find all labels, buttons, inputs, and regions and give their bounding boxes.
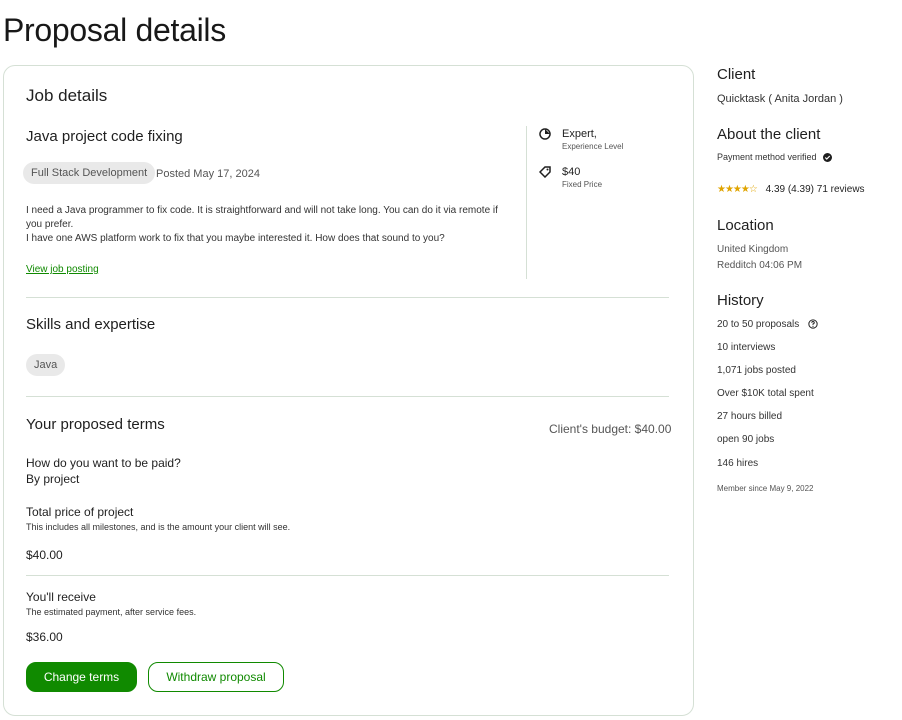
total-price-title: Total price of project [26,505,134,519]
skills-heading: Skills and expertise [26,316,156,333]
history-item: 1,071 jobs posted [717,365,796,376]
location-city-time: Redditch 04:06 PM [717,260,803,271]
payment-verified-row: Payment method verified [717,152,833,163]
rating-stars-icon: ★★★★☆ [717,184,758,195]
total-price-value: $40.00 [26,548,63,562]
client-heading: Client [717,66,756,83]
location-country: United Kingdom [717,244,789,255]
paid-answer: By project [26,472,80,486]
verified-check-icon [823,153,833,163]
proposed-terms-heading: Your proposed terms [26,416,165,433]
history-item: 10 interviews [717,342,776,353]
history-item: 27 hours billed [717,411,783,422]
receive-value: $36.00 [26,630,63,644]
payment-verified-text: Payment method verified [717,152,817,162]
description-line: I need a Java programmer to fix code. It… [26,205,498,230]
job-description: I need a Java programmer to fix code. It… [26,204,506,246]
member-since: Member since May 9, 2022 [717,484,814,493]
view-job-posting-link[interactable]: View job posting [26,264,99,275]
history-item: Over $10K total spent [717,388,814,399]
change-terms-button[interactable]: Change terms [26,662,137,692]
history-proposals: 20 to 50 proposals [717,319,800,330]
skill-chip: Java [26,354,66,376]
history-item: 146 hires [717,458,759,469]
experience-level-value: Expert, [562,128,597,140]
job-details-heading: Job details [26,86,108,105]
experience-level-icon [539,128,551,140]
vertical-divider [526,126,527,279]
price-value: $40 [562,166,581,178]
client-name: Quicktask ( Anita Jordan ) [717,93,843,105]
history-item: 20 to 50 proposals [717,319,818,330]
withdraw-proposal-button[interactable]: Withdraw proposal [148,662,284,692]
description-line: I have one AWS platform work to fix that… [26,233,445,244]
receive-title: You'll receive [26,590,96,604]
section-divider [26,396,669,397]
total-price-description: This includes all milestones, and is the… [26,522,291,532]
receive-description: The estimated payment, after service fee… [26,607,197,617]
posted-date: Posted May 17, 2024 [156,168,260,180]
location-heading: Location [717,217,774,234]
section-divider [26,575,669,576]
price-tag-icon [539,166,551,178]
about-client-heading: About the client [717,126,821,143]
section-divider [26,297,669,298]
history-heading: History [717,292,764,309]
rating-row: ★★★★☆ 4.39 (4.39) 71 reviews [717,184,865,195]
job-title: Java project code fixing [26,128,183,145]
rating-text: 4.39 (4.39) 71 reviews [765,184,865,195]
experience-level-label: Experience Level [562,142,624,151]
page-title: Proposal details [3,12,226,48]
category-chip: Full Stack Development [23,162,156,184]
client-budget: Client's budget: $40.00 [549,422,672,436]
proposal-card: Job details Java project code fixing Ful… [3,65,694,716]
help-icon[interactable] [808,319,818,330]
price-label: Fixed Price [562,180,603,189]
paid-question: How do you want to be paid? [26,456,181,470]
history-item: open 90 jobs [717,434,775,445]
